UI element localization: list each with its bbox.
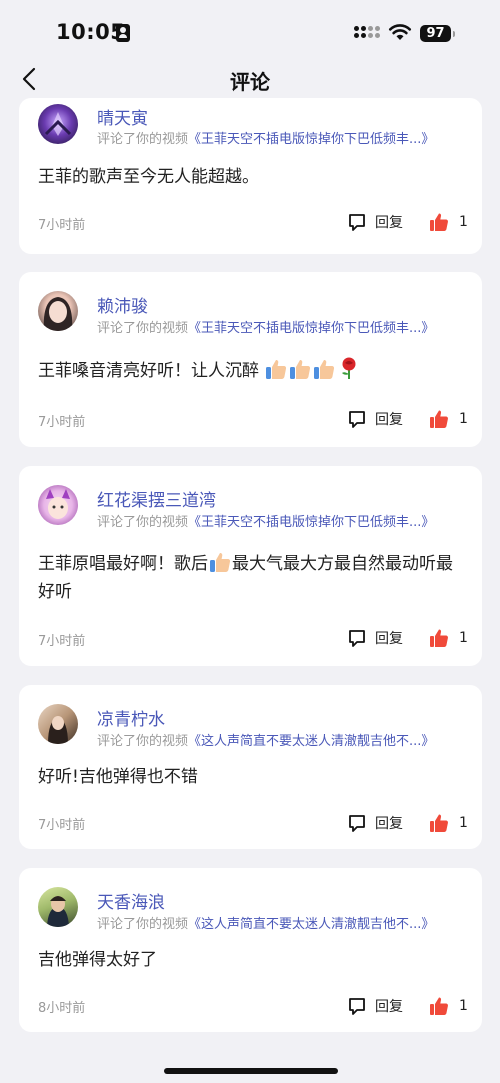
thumbs-up-emoji-icon: [314, 360, 335, 379]
reply-button[interactable]: 回复: [347, 211, 403, 233]
comment-time: 7小时前: [38, 415, 86, 430]
thumbs-up-icon: [430, 629, 448, 647]
comment-text: 吉他弹得太好了: [38, 950, 157, 970]
reply-button[interactable]: 回复: [347, 408, 403, 430]
comment-card: 赖沛骏 评论了你的视频《王菲天空不插电版惊掉你下巴低频丰...》 王菲嗓音清亮好…: [19, 272, 482, 447]
reply-button[interactable]: 回复: [347, 812, 403, 834]
action-text: 评论了你的视频: [97, 321, 189, 336]
like-button[interactable]: 1: [429, 812, 468, 834]
like-count: 1: [459, 630, 468, 646]
id-card-icon: [116, 24, 130, 42]
signal-icon: [354, 26, 380, 42]
comment-text: 王菲嗓音清亮好听！让人沉醉: [38, 356, 466, 385]
comment-bubble-icon: [349, 214, 365, 231]
username[interactable]: 赖沛骏: [97, 292, 148, 317]
comment-meta: 评论了你的视频《这人声简直不要太迷人清澈靓吉他不...》: [97, 913, 434, 932]
comment-time: 8小时前: [38, 1001, 86, 1016]
action-text: 评论了你的视频: [97, 132, 189, 147]
battery-level: 97: [420, 25, 451, 42]
comment-meta: 评论了你的视频《这人声简直不要太迷人清澈靓吉他不...》: [97, 730, 434, 749]
comment-bubble-icon: [349, 411, 365, 428]
page-title: 评论: [230, 70, 270, 94]
comment-bubble-icon: [349, 815, 365, 832]
home-indicator[interactable]: [164, 1068, 338, 1074]
action-text: 评论了你的视频: [97, 515, 189, 530]
thumbs-up-icon: [430, 410, 448, 428]
avatar[interactable]: [38, 291, 78, 331]
comment-text: 王菲的歌声至今无人能超越。: [38, 167, 259, 187]
like-count: 1: [459, 815, 468, 831]
rose-emoji-icon: [342, 357, 356, 379]
comment-time: 7小时前: [38, 218, 86, 233]
comment-card: 凉青柠水 评论了你的视频《这人声简直不要太迷人清澈靓吉他不...》 好听!吉他弹…: [19, 685, 482, 849]
comment-text: 好听!吉他弹得也不错: [38, 767, 198, 787]
comment-text-body: 王菲原唱最好啊！歌后: [38, 554, 208, 574]
comment-card: 红花渠摆三道湾 评论了你的视频《王菲天空不插电版惊掉你下巴低频丰...》 王菲原…: [19, 466, 482, 666]
reply-label: 回复: [375, 631, 403, 647]
nav-bar: 评论: [0, 60, 500, 102]
comment-time: 7小时前: [38, 818, 86, 833]
like-count: 1: [459, 998, 468, 1014]
reply-label: 回复: [375, 999, 403, 1015]
action-text: 评论了你的视频: [97, 734, 189, 749]
thumbs-up-icon: [430, 213, 448, 231]
reply-button[interactable]: 回复: [347, 627, 403, 649]
video-link[interactable]: 《王菲天空不插电版惊掉你下巴低频丰...》: [188, 515, 434, 530]
like-button[interactable]: 1: [429, 211, 468, 233]
username[interactable]: 凉青柠水: [97, 705, 165, 730]
comment-meta: 评论了你的视频《王菲天空不插电版惊掉你下巴低频丰...》: [97, 511, 434, 530]
avatar[interactable]: [38, 485, 78, 525]
wifi-icon: [388, 24, 412, 40]
video-link[interactable]: 《这人声简直不要太迷人清澈靓吉他不...》: [188, 917, 434, 932]
thumbs-up-icon: [430, 814, 448, 832]
status-bar: 10:05 97: [0, 0, 500, 60]
video-link[interactable]: 《这人声简直不要太迷人清澈靓吉他不...》: [188, 734, 434, 749]
comment-text-body: 王菲嗓音清亮好听！让人沉醉: [38, 361, 259, 381]
video-link[interactable]: 《王菲天空不插电版惊掉你下巴低频丰...》: [188, 132, 434, 147]
reply-label: 回复: [375, 215, 403, 231]
like-button[interactable]: 1: [429, 995, 468, 1017]
like-count: 1: [459, 411, 468, 427]
comment-bubble-icon: [349, 998, 365, 1015]
like-button[interactable]: 1: [429, 408, 468, 430]
avatar[interactable]: [38, 887, 78, 927]
comment-bubble-icon: [349, 630, 365, 647]
username[interactable]: 晴天寅: [97, 104, 148, 129]
username[interactable]: 红花渠摆三道湾: [97, 486, 216, 511]
avatar[interactable]: [38, 704, 78, 744]
thumbs-up-emoji-icon: [290, 360, 311, 379]
like-button[interactable]: 1: [429, 627, 468, 649]
reply-button[interactable]: 回复: [347, 995, 403, 1017]
thumbs-up-emoji-icon: [266, 360, 287, 379]
thumbs-up-emoji-icon: [210, 553, 231, 572]
reply-label: 回复: [375, 816, 403, 832]
comment-card: 天香海浪 评论了你的视频《这人声简直不要太迷人清澈靓吉他不...》 吉他弹得太好…: [19, 868, 482, 1032]
like-count: 1: [459, 214, 468, 230]
avatar[interactable]: [38, 104, 78, 144]
comment-card: 晴天寅 评论了你的视频《王菲天空不插电版惊掉你下巴低频丰...》 王菲的歌声至今…: [19, 98, 482, 254]
comment-time: 7小时前: [38, 634, 86, 649]
username[interactable]: 天香海浪: [97, 888, 165, 913]
reply-label: 回复: [375, 412, 403, 428]
video-link[interactable]: 《王菲天空不插电版惊掉你下巴低频丰...》: [188, 321, 434, 336]
status-time: 10:05: [56, 20, 126, 44]
action-text: 评论了你的视频: [97, 917, 189, 932]
comment-meta: 评论了你的视频《王菲天空不插电版惊掉你下巴低频丰...》: [97, 128, 434, 147]
thumbs-up-icon: [430, 997, 448, 1015]
battery-icon: 97: [420, 25, 456, 43]
comment-text: 王菲原唱最好啊！歌后 最大气最大方最自然最动听最好听: [38, 550, 466, 606]
comment-meta: 评论了你的视频《王菲天空不插电版惊掉你下巴低频丰...》: [97, 317, 434, 336]
